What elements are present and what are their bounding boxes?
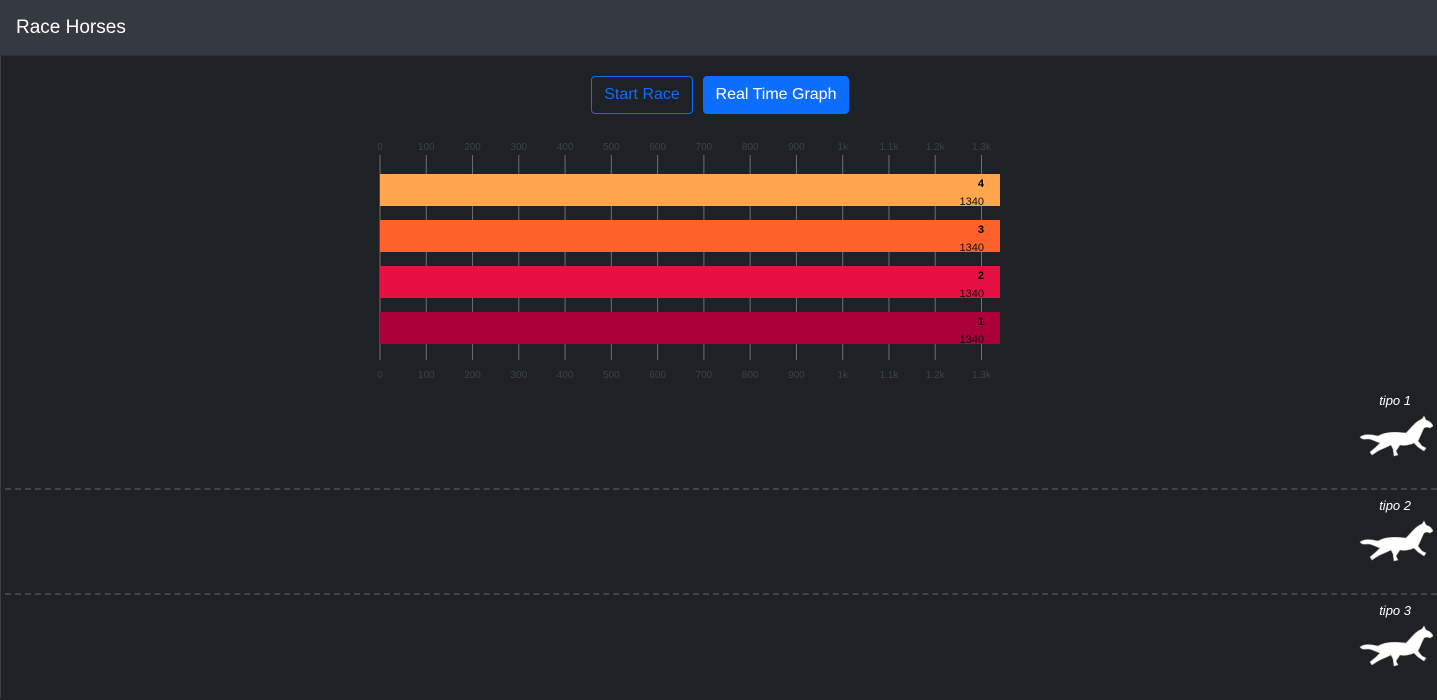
horse-icon <box>1359 625 1434 667</box>
bar-label: 3 <box>978 224 984 236</box>
lane-label: tipo 3 <box>1379 603 1411 618</box>
x-tick-label-top: 800 <box>742 142 759 153</box>
x-tick-label-bottom: 400 <box>557 370 574 381</box>
bar-label: 2 <box>978 270 984 282</box>
x-tick-label-bottom: 1k <box>837 370 849 381</box>
x-tick-label-top: 700 <box>696 142 713 153</box>
bar-label: 1 <box>978 316 984 328</box>
x-tick-label-bottom: 700 <box>696 370 713 381</box>
x-tick-label-top: 1k <box>837 142 849 153</box>
x-tick-label-top: 100 <box>418 142 435 153</box>
x-tick-label-bottom: 100 <box>418 370 435 381</box>
x-tick-label-bottom: 800 <box>742 370 759 381</box>
x-tick-label-bottom: 300 <box>510 370 527 381</box>
lane-tipo-2: tipo 2 <box>0 490 1437 595</box>
x-tick-label-top: 1.2k <box>926 142 946 153</box>
x-tick-label-top: 900 <box>788 142 805 153</box>
x-tick-label-top: 400 <box>557 142 574 153</box>
bar-value-label: 1340 <box>960 334 984 346</box>
horse-icon <box>1359 415 1434 457</box>
x-tick-label-top: 200 <box>464 142 481 153</box>
x-tick-label-bottom: 600 <box>649 370 666 381</box>
x-tick-label-bottom: 0 <box>377 370 383 381</box>
bar <box>380 312 1000 344</box>
x-tick-label-bottom: 1.3k <box>972 370 992 381</box>
x-tick-label-top: 600 <box>649 142 666 153</box>
bar-value-label: 1340 <box>960 288 984 300</box>
bar <box>380 174 1000 206</box>
x-tick-label-bottom: 500 <box>603 370 620 381</box>
x-tick-label-top: 300 <box>510 142 527 153</box>
bar-label: 4 <box>978 178 985 190</box>
bar <box>380 220 1000 252</box>
race-bar-chart: 4 1340 3 1340 2 1340 1 1340 0 0 100 100 200 200 300 300… <box>377 142 1000 381</box>
x-tick-label-top: 1.3k <box>972 142 992 153</box>
lane-label: tipo 2 <box>1379 498 1411 513</box>
horse-icon <box>1359 520 1434 562</box>
lane-label: tipo 1 <box>1379 393 1411 408</box>
bar-value-label: 1340 <box>960 242 984 254</box>
x-tick-label-bottom: 200 <box>464 370 481 381</box>
bar-value-label: 1340 <box>960 196 984 208</box>
x-tick-label-top: 500 <box>603 142 620 153</box>
lane-tipo-3: tipo 3 <box>0 595 1437 700</box>
bar <box>380 266 1000 298</box>
x-tick-label-bottom: 1.1k <box>880 370 900 381</box>
x-tick-label-top: 1.1k <box>880 142 900 153</box>
x-tick-label-top: 0 <box>377 142 383 153</box>
x-tick-label-bottom: 900 <box>788 370 805 381</box>
x-tick-label-bottom: 1.2k <box>926 370 946 381</box>
lane-tipo-1: tipo 1 <box>0 385 1437 490</box>
